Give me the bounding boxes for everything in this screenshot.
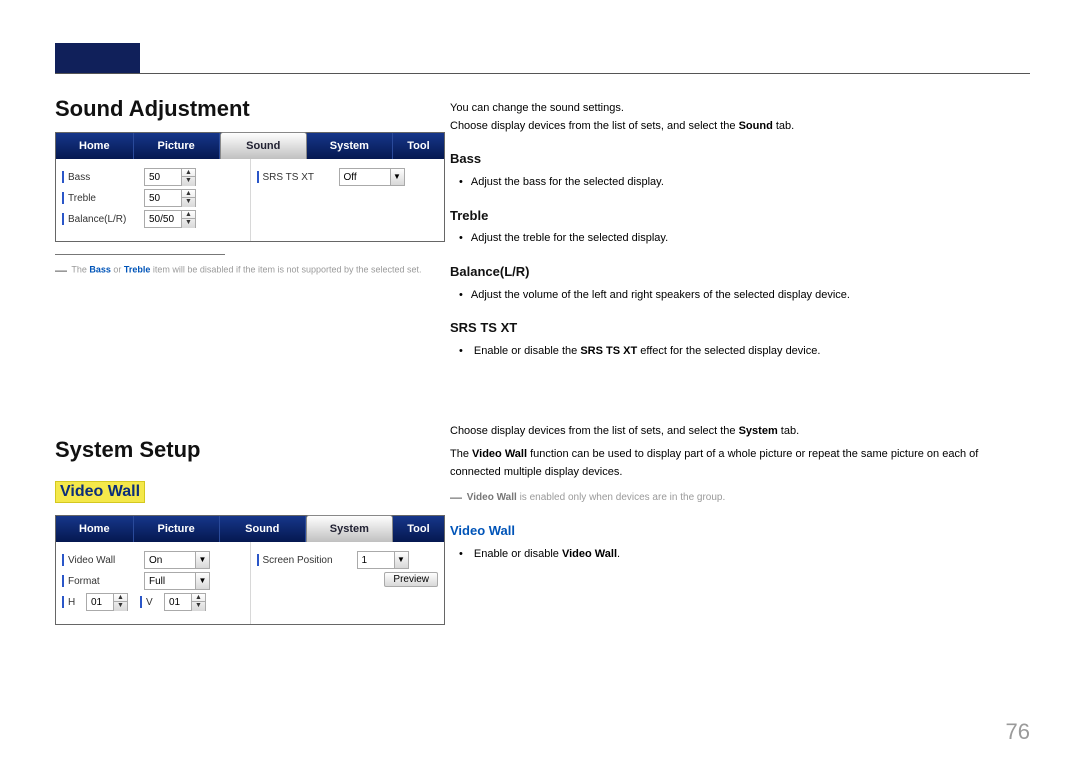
tab-home[interactable]: Home (56, 133, 134, 159)
videowall-label: Video Wall (62, 554, 140, 566)
system-intro: Choose display devices from the list of … (450, 423, 1030, 441)
videowall-desc: Enable or disable Video Wall. (472, 546, 1030, 564)
header-divider (55, 73, 1030, 74)
system-setup-title: System Setup (55, 437, 445, 463)
videowall-heading: Video Wall (450, 521, 1030, 542)
format-dropdown[interactable]: Full ▼ (144, 572, 210, 590)
right-column: You can change the sound settings. Choos… (450, 100, 1030, 563)
system-text-block: Choose display devices from the list of … (450, 423, 1030, 563)
treble-desc: Adjust the treble for the selected displ… (472, 230, 1030, 248)
sound-adjustment-title: Sound Adjustment (55, 96, 445, 122)
system-panel-body: Video Wall On ▼ Format Full ▼ (56, 542, 444, 624)
chevron-down-icon[interactable]: ▼ (394, 552, 408, 568)
v-spinner[interactable]: 01 ▲▼ (164, 593, 206, 611)
treble-label: Treble (62, 192, 140, 204)
screenpos-dropdown[interactable]: 1 ▼ (357, 551, 409, 569)
treble-spinner[interactable]: 50 ▲▼ (144, 189, 196, 207)
header-accent-bar (55, 43, 140, 73)
balance-value: 50/50 (145, 214, 181, 225)
srs-dropdown[interactable]: Off ▼ (339, 168, 405, 186)
bass-label: Bass (62, 171, 140, 183)
note-divider (55, 254, 225, 255)
sound-ui-panel: Home Picture Sound System Tool Bass 50 ▲… (55, 132, 445, 242)
tab-home-2[interactable]: Home (56, 516, 134, 542)
h-spin-buttons[interactable]: ▲▼ (113, 594, 127, 611)
chevron-down-icon[interactable]: ▼ (390, 169, 404, 185)
sound-tab-row: Home Picture Sound System Tool (56, 133, 444, 159)
bass-value: 50 (145, 172, 181, 183)
sound-panel-body: Bass 50 ▲▼ Treble 50 ▲▼ Balance(L/R) (56, 159, 444, 241)
videowall-value: On (145, 555, 195, 566)
v-label: V (140, 596, 160, 608)
system-desc: The Video Wall function can be used to d… (450, 446, 1030, 481)
format-value: Full (145, 576, 195, 587)
h-spinner[interactable]: 01 ▲▼ (86, 593, 128, 611)
srs-value: Off (340, 172, 390, 183)
page-number: 76 (1006, 719, 1030, 745)
h-value: 01 (87, 597, 113, 608)
chevron-down-icon[interactable]: ▼ (195, 552, 209, 568)
tab-tool-2[interactable]: Tool (393, 516, 444, 542)
vw-note: ― Video Wall is enabled only when device… (450, 488, 1030, 507)
system-ui-panel: Home Picture Sound System Tool Video Wal… (55, 515, 445, 625)
sound-intro-1: You can change the sound settings. (450, 100, 1030, 118)
srs-heading: SRS TS XT (450, 318, 1030, 339)
sound-note: ― The Bass or Treble item will be disabl… (55, 263, 445, 277)
preview-button[interactable]: Preview (384, 572, 438, 587)
tab-picture-2[interactable]: Picture (134, 516, 220, 542)
bass-spin-buttons[interactable]: ▲▼ (181, 169, 195, 186)
v-value: 01 (165, 597, 191, 608)
bass-heading: Bass (450, 149, 1030, 170)
tab-tool[interactable]: Tool (393, 133, 444, 159)
srs-label: SRS TS XT (257, 171, 335, 183)
tab-sound[interactable]: Sound (220, 132, 307, 159)
screenpos-label: Screen Position (257, 554, 353, 566)
v-spin-buttons[interactable]: ▲▼ (191, 594, 205, 611)
balance-spinner[interactable]: 50/50 ▲▼ (144, 210, 196, 228)
system-tab-row: Home Picture Sound System Tool (56, 516, 444, 542)
balance-spin-buttons[interactable]: ▲▼ (181, 211, 195, 228)
bass-desc: Adjust the bass for the selected display… (472, 174, 1030, 192)
left-column: Sound Adjustment Home Picture Sound Syst… (55, 96, 445, 625)
treble-spin-buttons[interactable]: ▲▼ (181, 190, 195, 207)
tab-sound-2[interactable]: Sound (220, 516, 306, 542)
h-label: H (62, 596, 82, 608)
tab-system-2[interactable]: System (306, 515, 393, 542)
treble-value: 50 (145, 193, 181, 204)
srs-desc: Enable or disable the SRS TS XT effect f… (472, 343, 1030, 361)
chevron-down-icon[interactable]: ▼ (195, 573, 209, 589)
videowall-dropdown[interactable]: On ▼ (144, 551, 210, 569)
system-setup-block: System Setup Video Wall Home Picture Sou… (55, 437, 445, 625)
screenpos-value: 1 (358, 555, 394, 566)
tab-picture[interactable]: Picture (134, 133, 220, 159)
sound-intro-2: Choose display devices from the list of … (450, 118, 1030, 136)
video-wall-highlight: Video Wall (55, 481, 145, 503)
balance-heading: Balance(L/R) (450, 262, 1030, 283)
balance-desc: Adjust the volume of the left and right … (472, 287, 1030, 305)
balance-label: Balance(L/R) (62, 213, 140, 225)
format-label: Format (62, 575, 140, 587)
bass-spinner[interactable]: 50 ▲▼ (144, 168, 196, 186)
tab-system[interactable]: System (307, 133, 393, 159)
treble-heading: Treble (450, 206, 1030, 227)
